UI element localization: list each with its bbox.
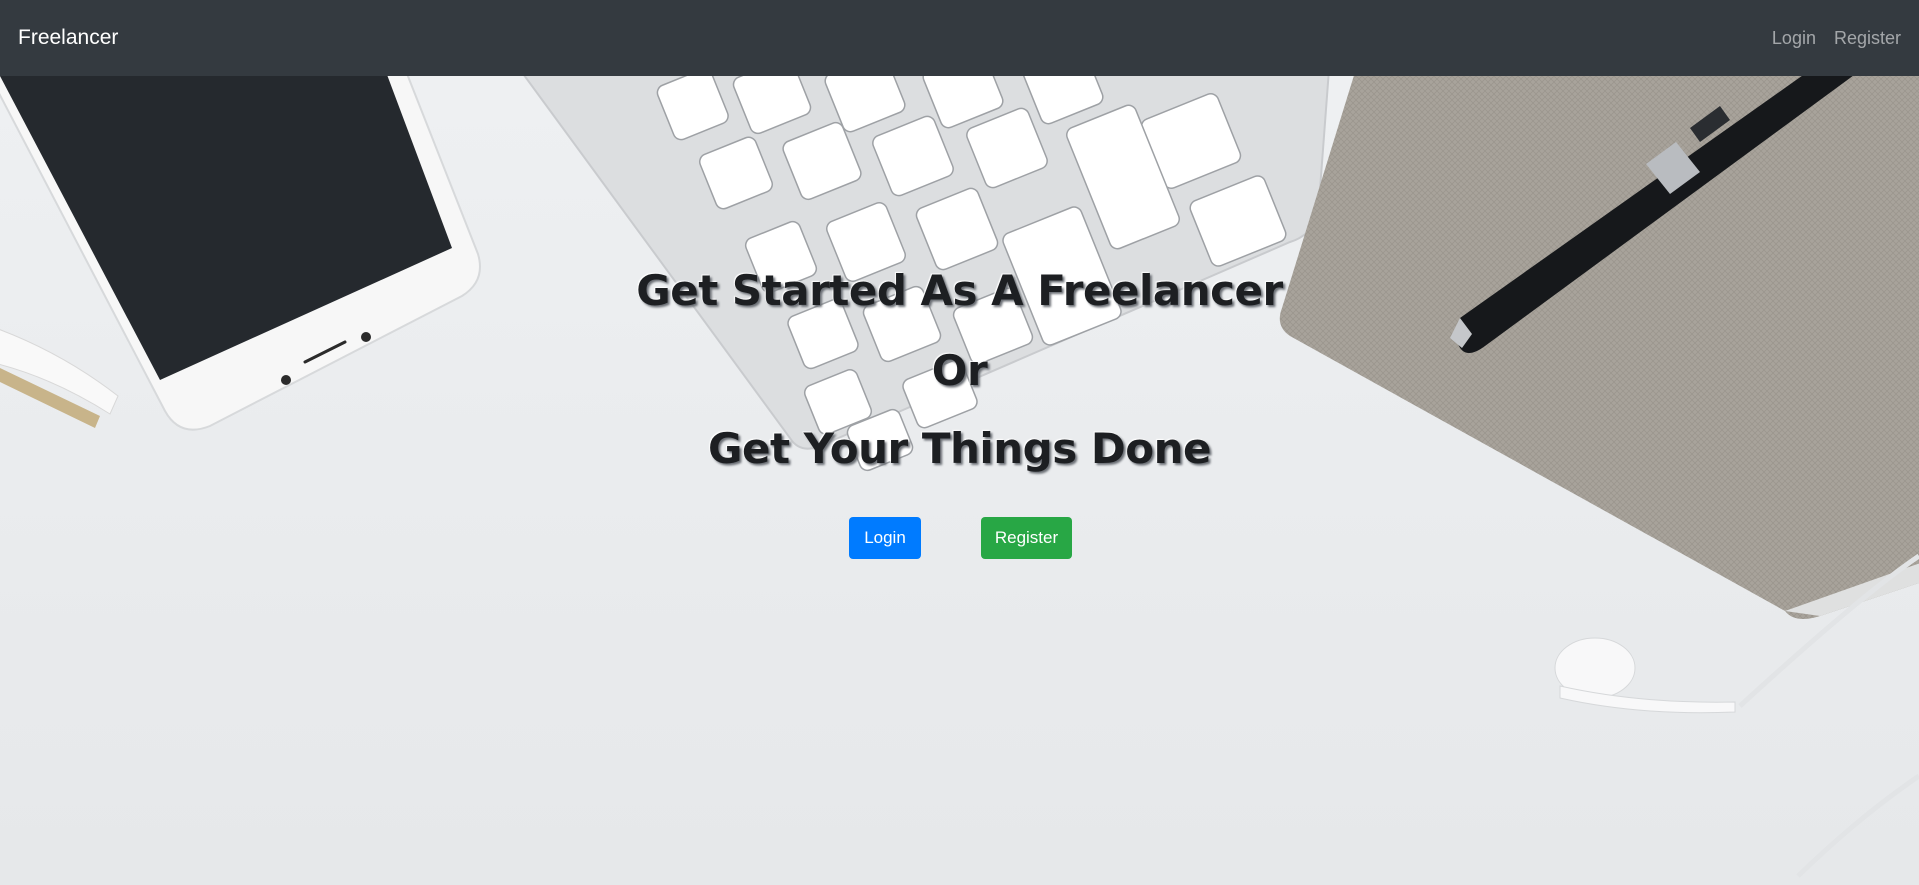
login-button[interactable]: Login [849, 517, 921, 559]
hero-headline-line3: Get Your Things Done [708, 424, 1211, 473]
nav-login-link[interactable]: Login [1772, 28, 1816, 49]
nav-links: Login Register [1772, 28, 1901, 49]
desk-background-image [0, 76, 1919, 878]
hero-headline-line1: Get Started As A Freelancer [636, 266, 1283, 315]
hero-headline-line2: Or [931, 346, 988, 395]
hero-section: Get Started As A Freelancer Or Get Your … [0, 76, 1919, 885]
earphones-image [1554, 553, 1919, 878]
nav-register-link[interactable]: Register [1834, 28, 1901, 49]
navbar: Freelancer Login Register [0, 0, 1919, 76]
register-button[interactable]: Register [981, 517, 1072, 559]
brand-link[interactable]: Freelancer [18, 26, 118, 50]
